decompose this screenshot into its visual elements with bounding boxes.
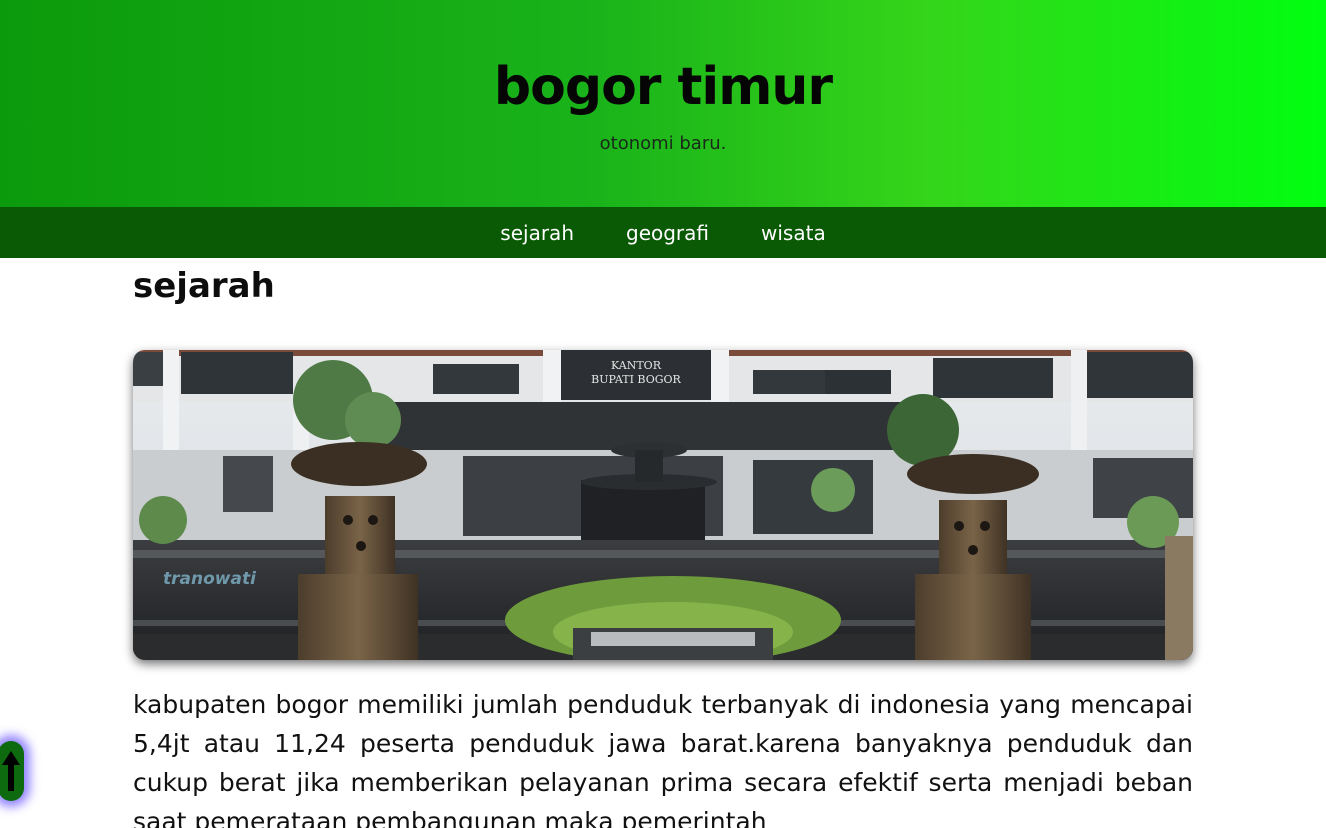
kantor-bupati-illustration: KANTOR BUPATI BOGOR tranowati: [133, 350, 1193, 660]
scroll-to-top-button[interactable]: [0, 741, 24, 801]
site-header: bogor timur otonomi baru.: [0, 0, 1326, 207]
nav-item-sejarah: sejarah: [500, 221, 574, 245]
kantor-bupati-photo: KANTOR BUPATI BOGOR tranowati: [133, 350, 1193, 660]
site-title[interactable]: bogor timur: [0, 52, 1326, 122]
arrow-up-icon: [2, 751, 20, 791]
nav-list: sejarah geografi wisata: [0, 207, 1326, 258]
nav-link-sejarah[interactable]: sejarah: [500, 221, 574, 245]
nav-item-wisata: wisata: [761, 221, 826, 245]
site-tagline: otonomi baru.: [599, 133, 727, 154]
nav-item-geografi: geografi: [626, 221, 709, 245]
photo-watermark: tranowati: [163, 569, 257, 589]
nav-link-geografi[interactable]: geografi: [626, 221, 709, 245]
sign-line-2: BUPATI BOGOR: [591, 373, 681, 386]
main-nav: sejarah geografi wisata: [0, 207, 1326, 258]
section-title: sejarah: [133, 266, 275, 306]
page: bogor timur otonomi baru. sejarah geogra…: [0, 0, 1326, 828]
history-paragraph: kabupaten bogor memiliki jumlah penduduk…: [133, 690, 1193, 828]
main-content: sejarah KANTOR BUPATI BOGOR tranowati ka…: [133, 258, 1193, 828]
nav-link-wisata[interactable]: wisata: [761, 221, 826, 245]
sign-line-1: KANTOR: [611, 359, 662, 372]
